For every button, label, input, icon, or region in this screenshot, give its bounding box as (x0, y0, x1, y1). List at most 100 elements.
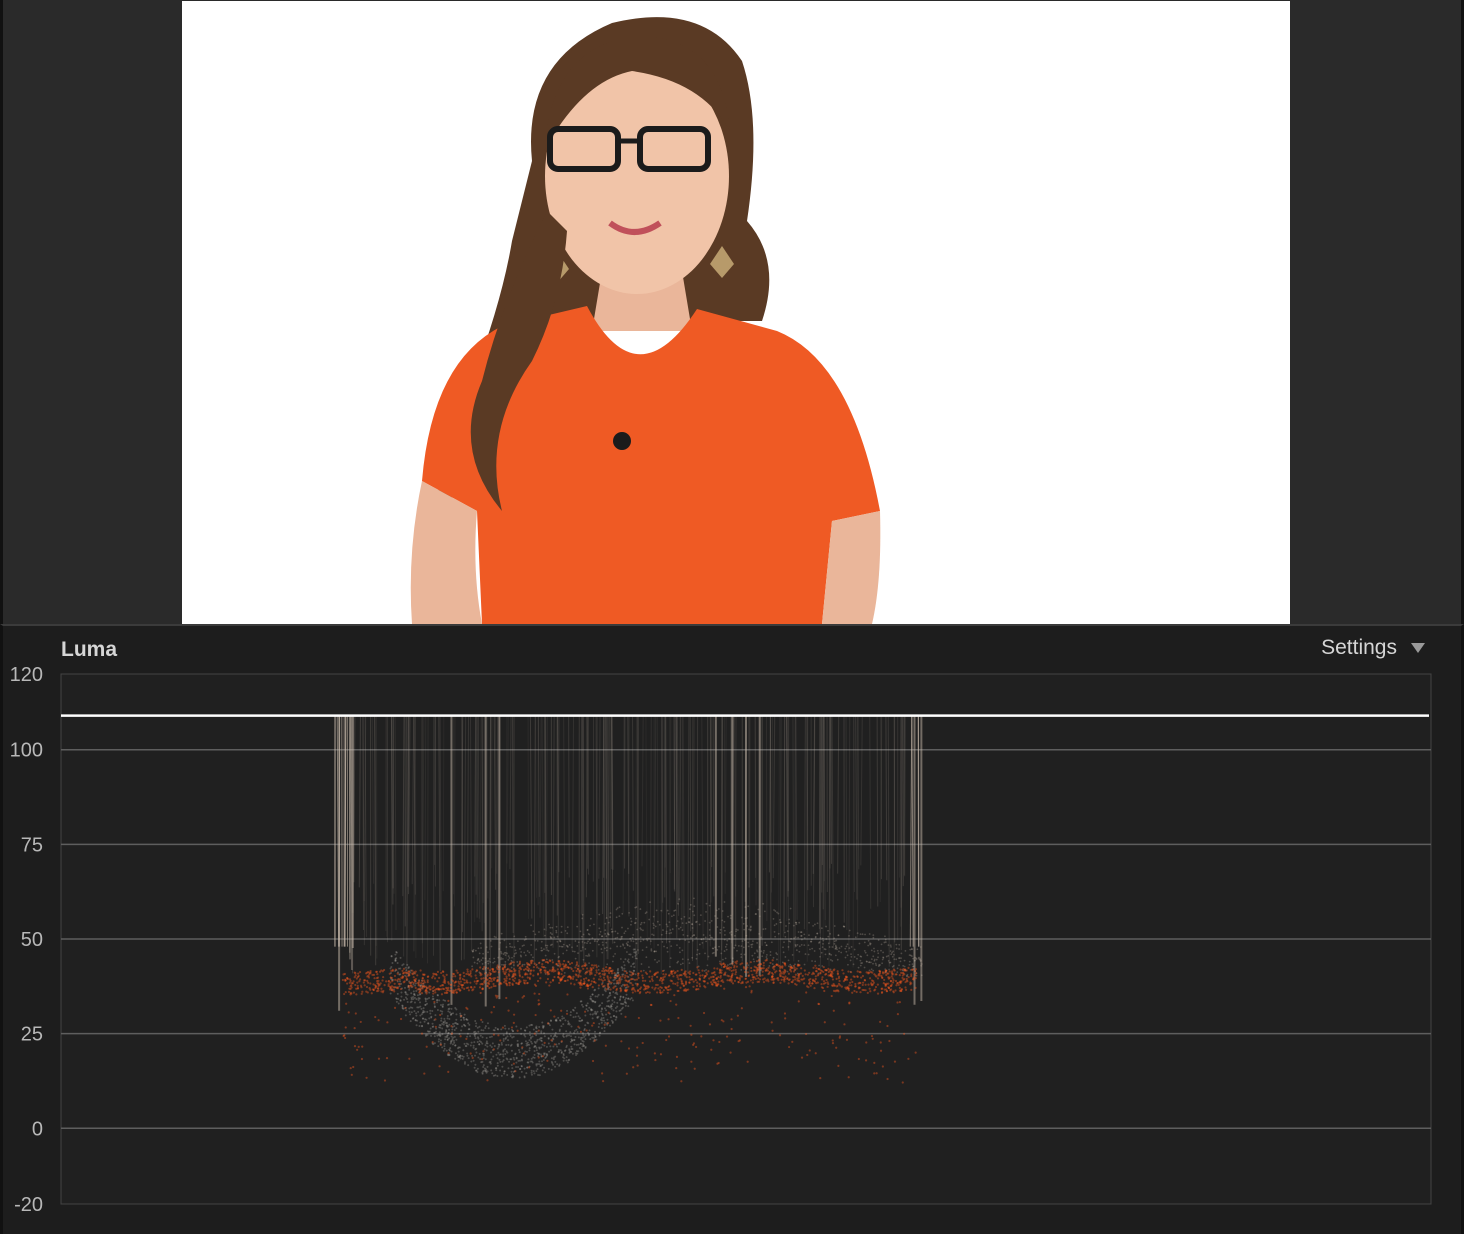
waveform-trace (616, 993, 619, 996)
waveform-trace (670, 980, 674, 983)
waveform-trace (760, 950, 763, 953)
waveform-trace (529, 1034, 532, 1037)
waveform-trace (436, 1001, 439, 1004)
waveform-trace (682, 933, 685, 936)
waveform-trace (615, 979, 619, 983)
waveform-trace (843, 977, 847, 980)
waveform-trace (523, 939, 526, 941)
chevron-down-icon (1411, 643, 1425, 653)
waveform-trace (781, 965, 784, 968)
waveform-trace (441, 1027, 444, 1030)
waveform-trace (827, 942, 830, 945)
waveform-trace (591, 986, 594, 989)
waveform-trace (752, 958, 755, 961)
waveform-trace (511, 946, 513, 949)
waveform-trace (496, 976, 499, 979)
waveform-trace (489, 973, 492, 977)
waveform-trace (916, 948, 919, 951)
waveform-trace (632, 986, 635, 990)
waveform-trace (551, 959, 554, 961)
waveform-trace (510, 1043, 513, 1046)
waveform-trace (356, 1048, 359, 1051)
waveform-trace (574, 973, 577, 976)
waveform-trace (460, 983, 463, 986)
waveform-trace (747, 945, 750, 948)
waveform-trace (873, 1061, 876, 1064)
waveform-trace (396, 972, 399, 975)
waveform-trace (665, 932, 668, 935)
waveform-trace (584, 1034, 587, 1037)
waveform-trace (467, 986, 470, 989)
waveform-trace (578, 971, 581, 974)
waveform-trace (850, 955, 853, 958)
waveform-trace (820, 969, 823, 973)
waveform-trace (841, 969, 844, 972)
waveform-trace (451, 1038, 454, 1041)
waveform-trace (808, 1049, 811, 1052)
waveform-trace (693, 1067, 696, 1070)
waveform-trace (607, 1005, 610, 1008)
waveform-trace (404, 996, 407, 999)
waveform-trace (504, 979, 507, 982)
waveform-trace (824, 968, 827, 972)
waveform-trace (476, 1026, 479, 1029)
waveform-trace (759, 963, 762, 966)
waveform-trace (366, 991, 369, 994)
waveform-trace (549, 959, 552, 963)
waveform-trace (492, 984, 495, 988)
waveform-trace (731, 972, 734, 975)
waveform-trace (498, 1053, 501, 1056)
waveform-trace (581, 1043, 584, 1046)
waveform-trace (743, 928, 746, 931)
waveform-trace (492, 1055, 495, 1058)
waveform-trace (728, 968, 731, 971)
waveform-trace (421, 979, 424, 983)
waveform-trace (449, 1040, 452, 1043)
waveform-trace (756, 949, 758, 952)
waveform-trace (349, 985, 352, 988)
waveform-trace (723, 920, 726, 923)
waveform-trace (765, 967, 768, 971)
waveform-trace (607, 980, 610, 983)
waveform-trace (724, 945, 727, 948)
waveform-trace (502, 1050, 505, 1053)
video-frame[interactable] (182, 1, 1290, 624)
waveform-trace (497, 1043, 500, 1046)
waveform-trace (903, 977, 906, 981)
waveform-trace (546, 977, 550, 981)
waveform-trace (616, 1001, 619, 1004)
waveform-trace (767, 980, 770, 983)
waveform-trace (912, 957, 914, 960)
waveform-trace (574, 1035, 577, 1038)
waveform-trace (626, 944, 629, 947)
y-tick-label: 25 (21, 1024, 43, 1046)
waveform-trace (489, 1044, 492, 1047)
waveform-trace (647, 985, 650, 988)
settings-button[interactable]: Settings (1321, 636, 1425, 660)
waveform-trace (445, 1049, 448, 1052)
waveform-trace (855, 990, 858, 994)
waveform-trace (831, 960, 834, 962)
waveform-trace (600, 1007, 603, 1010)
waveform-trace (622, 943, 624, 946)
waveform-trace (483, 1048, 486, 1051)
waveform-trace (450, 1025, 453, 1028)
waveform-trace (874, 985, 878, 989)
waveform-trace (517, 1065, 520, 1068)
waveform-trace (439, 1009, 442, 1012)
waveform-trace (687, 958, 690, 961)
waveform-trace (577, 1036, 580, 1039)
waveform-trace (575, 963, 579, 966)
waveform-trace (690, 978, 693, 981)
waveform-trace (480, 973, 483, 976)
waveform-trace (427, 986, 430, 989)
waveform-trace (689, 1024, 692, 1027)
waveform-trace (605, 966, 608, 969)
luma-waveform[interactable]: 1201007550250-20 (3, 626, 1461, 1234)
waveform-trace (538, 1060, 541, 1063)
waveform-trace (887, 982, 890, 985)
waveform-trace (502, 1039, 505, 1042)
waveform-trace (491, 1042, 494, 1045)
waveform-trace (483, 981, 486, 984)
waveform-trace (603, 984, 606, 987)
